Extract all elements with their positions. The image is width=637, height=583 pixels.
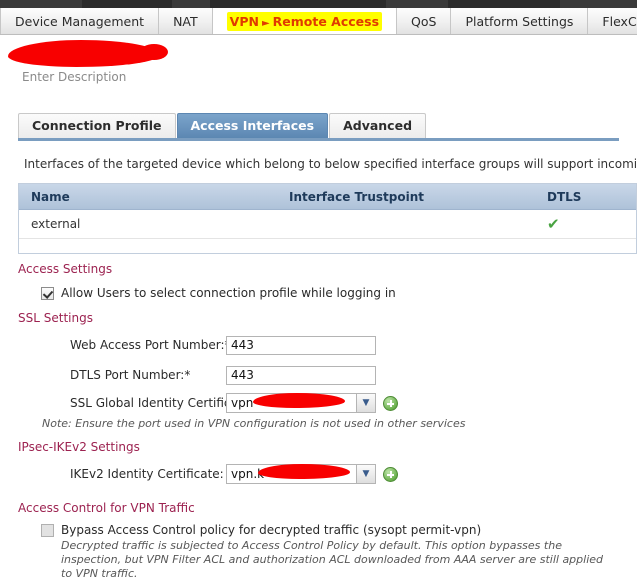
dtls-port-input[interactable] [226,365,376,385]
chevron-down-icon[interactable]: ▼ [356,465,375,483]
subtab-access-interfaces[interactable]: Access Interfaces [176,113,329,138]
tab-nat-label: NAT [173,13,198,29]
subtab-advanced[interactable]: Advanced [329,113,427,138]
subtab-advanced-label: Advanced [343,118,413,133]
table-empty-space [19,239,636,253]
subtab-connection-profile[interactable]: Connection Profile [18,113,176,138]
allow-users-label: Allow Users to select connection profile… [61,286,396,300]
tab-qos-label: QoS [411,13,437,29]
column-header-trustpoint: Interface Trustpoint [289,189,424,204]
tab-platform-settings[interactable]: Platform Settings [451,8,589,34]
tab-device-management-label: Device Management [15,13,145,29]
column-header-dtls: DTLS [547,189,582,204]
column-header-name: Name [31,189,70,204]
ssl-identity-certificate-value: vpn [231,396,254,410]
tab-vpn-remote-access[interactable]: VPN ► Remote Access [212,8,398,34]
bypass-access-control-label: Bypass Access Control policy for decrypt… [61,523,482,537]
ssl-identity-certificate-label: SSL Global Identity Certificate: [70,396,255,410]
description-placeholder[interactable]: Enter Description [22,70,126,84]
ssl-identity-certificate-row: SSL Global Identity Certificate: vpn ▼ [70,392,398,414]
tab-nat[interactable]: NAT [159,8,213,34]
cell-interface-name: external [31,217,81,231]
section-heading-access-control: Access Control for VPN Traffic [18,501,195,515]
cell-dtls: ✔ [547,214,636,233]
bypass-access-control-checkbox[interactable] [41,524,54,537]
section-heading-ipsec-ikev2: IPsec-IKEv2 Settings [18,440,140,454]
web-access-port-label: Web Access Port Number:* [70,338,231,352]
tab-vpn-sublabel: Remote Access [272,13,380,29]
table-header-row: Name Interface Trustpoint DTLS [19,184,636,210]
dtls-enabled-check-icon: ✔ [547,214,560,233]
redaction-policy-title-tail [140,44,168,60]
tab-qos[interactable]: QoS [397,8,452,34]
tab-device-management[interactable]: Device Management [0,8,160,34]
ikev2-identity-certificate-label: IKEv2 Identity Certificate: [70,467,224,481]
add-ikev2-certificate-button[interactable] [383,466,398,482]
main-tab-bar: Device Management NAT VPN ► Remote Access … [0,8,637,35]
access-interfaces-table: Name Interface Trustpoint DTLS external … [18,183,637,254]
section-heading-access-settings: Access Settings [18,262,113,276]
web-access-port-row: Web Access Port Number:* [70,334,376,356]
interfaces-info-text: Interfaces of the targeted device which … [24,157,637,171]
breadcrumb-arrow-icon: ► [261,17,270,29]
add-ssl-certificate-button[interactable] [383,395,398,411]
ikev2-identity-certificate-row: IKEv2 Identity Certificate: vpn.k ▼ [70,463,398,485]
dtls-port-label: DTLS Port Number:* [70,368,191,382]
chevron-down-icon[interactable]: ▼ [356,394,375,412]
tab-flexconfig[interactable]: FlexCo [588,8,637,34]
table-row[interactable]: external ✔ [19,210,636,239]
tab-flexconfig-label: FlexCo [602,13,637,29]
dtls-port-row: DTLS Port Number:* [70,364,376,386]
subtab-bar: Connection Profile Access Interfaces Adv… [18,112,619,141]
bypass-access-control-row[interactable]: Bypass Access Control policy for decrypt… [41,523,481,537]
allow-users-checkbox-row[interactable]: Allow Users to select connection profile… [41,286,396,300]
tab-platform-settings-label: Platform Settings [465,13,574,29]
tab-vpn-label: VPN [229,13,259,29]
redaction-ssl-certificate [253,393,345,408]
allow-users-checkbox[interactable] [41,287,54,300]
section-heading-ssl-settings: SSL Settings [18,311,93,325]
web-access-port-input[interactable] [226,335,376,355]
ssl-port-note: Note: Ensure the port used in VPN config… [42,417,466,430]
redaction-ikev2-certificate [258,464,350,479]
subtab-connection-profile-label: Connection Profile [32,118,162,133]
redaction-policy-title [8,40,160,67]
bypass-access-control-note: Decrypted traffic is subjected to Access… [61,539,604,580]
subtab-access-interfaces-label: Access Interfaces [190,118,315,133]
